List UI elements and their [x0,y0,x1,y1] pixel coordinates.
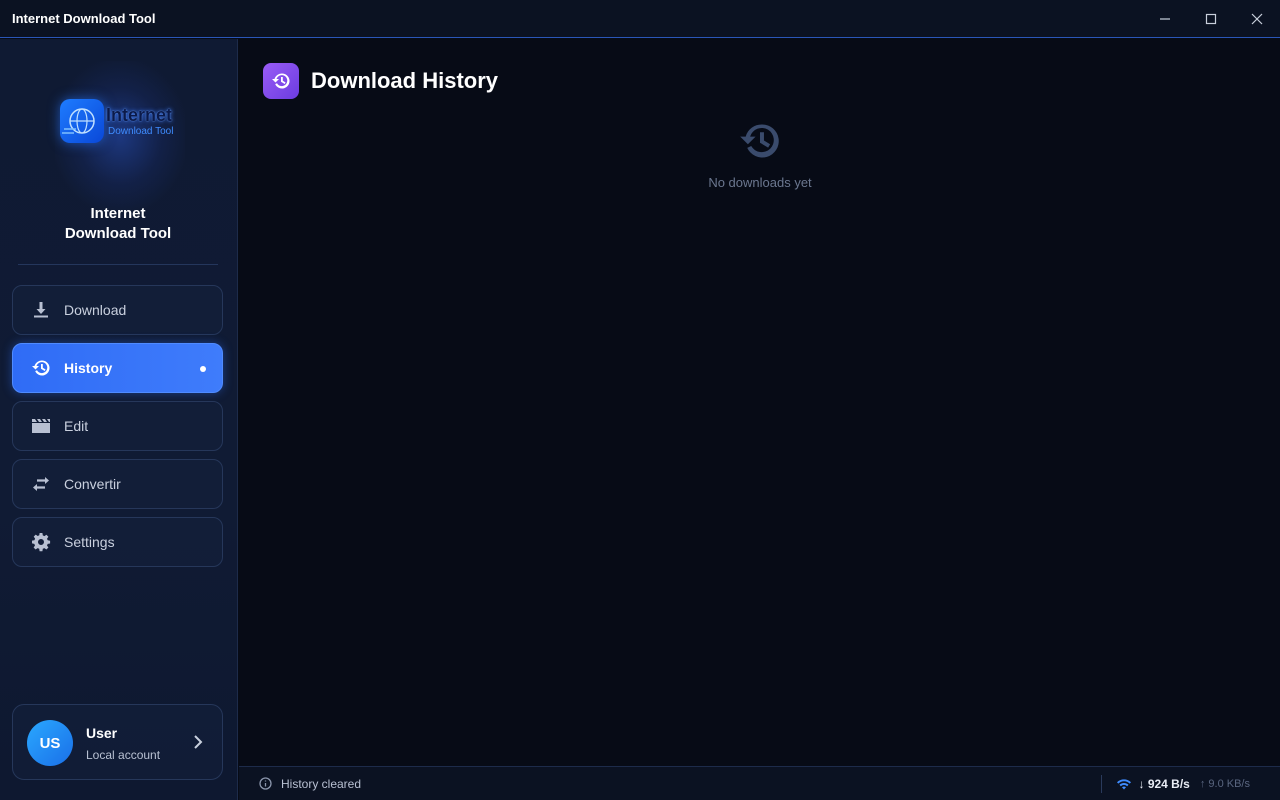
network-speed: ↓ 924 B/s ↑ 9.0 KB/s [1101,767,1280,800]
window-title: Internet Download Tool [12,11,156,26]
history-icon [263,63,299,99]
sidebar-item-label: Convertir [64,476,121,492]
sidebar-item-settings[interactable]: Settings [12,517,223,567]
sidebar-item-edit[interactable]: Edit [12,401,223,451]
close-icon [1251,13,1263,25]
wifi-icon [1116,777,1132,791]
user-account-card[interactable]: US User Local account [12,704,223,780]
active-indicator-dot [200,366,206,372]
logo-word-internet: Internet [106,105,173,125]
sidebar-item-history[interactable]: History [12,343,223,393]
maximize-icon [1205,13,1217,25]
brand-line-2: Download Tool [64,225,172,242]
page-title: Download History [311,68,499,93]
globe-icon [60,99,104,143]
sidebar-item-download[interactable]: Download [12,285,223,335]
status-separator [1101,774,1103,793]
sidebar-item-label: Download [64,302,127,318]
brand-name: Internet Download Tool [0,204,236,244]
page-header: Download History [263,63,498,99]
user-name: User [86,725,118,741]
sidebar-item-label: Settings [64,534,115,550]
avatar: US [27,720,73,766]
status-bar: History cleared ↓ 924 B/s ↑ 9.0 KB/s [239,766,1280,800]
title-bar: Internet Download Tool [0,0,1280,38]
user-account-type: Local account [86,748,161,762]
sidebar-item-convertir[interactable]: Convertir [12,459,223,509]
chevron-right-icon [192,735,204,749]
sidebar-divider [18,264,218,265]
brand-line-1: Internet [90,205,146,222]
logo-word-download-tool: Download Tool [108,126,174,137]
upload-speed: ↑ 9.0 KB/s [1199,777,1250,790]
info-icon [259,777,272,790]
sidebar-item-label: History [64,360,113,376]
main-panel: Download History No downloads yet [239,39,1280,766]
minimize-icon [1160,18,1170,20]
swap-arrows-icon [31,474,51,494]
sidebar: Internet Download Tool Internet Download… [0,39,238,800]
maximize-button[interactable] [1188,0,1234,38]
window-controls [1142,0,1280,37]
download-icon [31,300,51,320]
minimize-button[interactable] [1142,0,1188,38]
close-button[interactable] [1234,0,1280,38]
download-speed: ↓ 924 B/s [1138,776,1190,791]
history-icon [738,119,782,163]
clapperboard-icon [31,416,51,436]
empty-state: No downloads yet [660,119,860,190]
history-icon [31,358,51,378]
app-logo: Internet Download Tool [58,97,182,147]
status-message: History cleared [281,776,362,791]
sidebar-item-label: Edit [64,418,89,434]
empty-state-message: No downloads yet [708,175,812,190]
gear-icon [31,532,51,552]
